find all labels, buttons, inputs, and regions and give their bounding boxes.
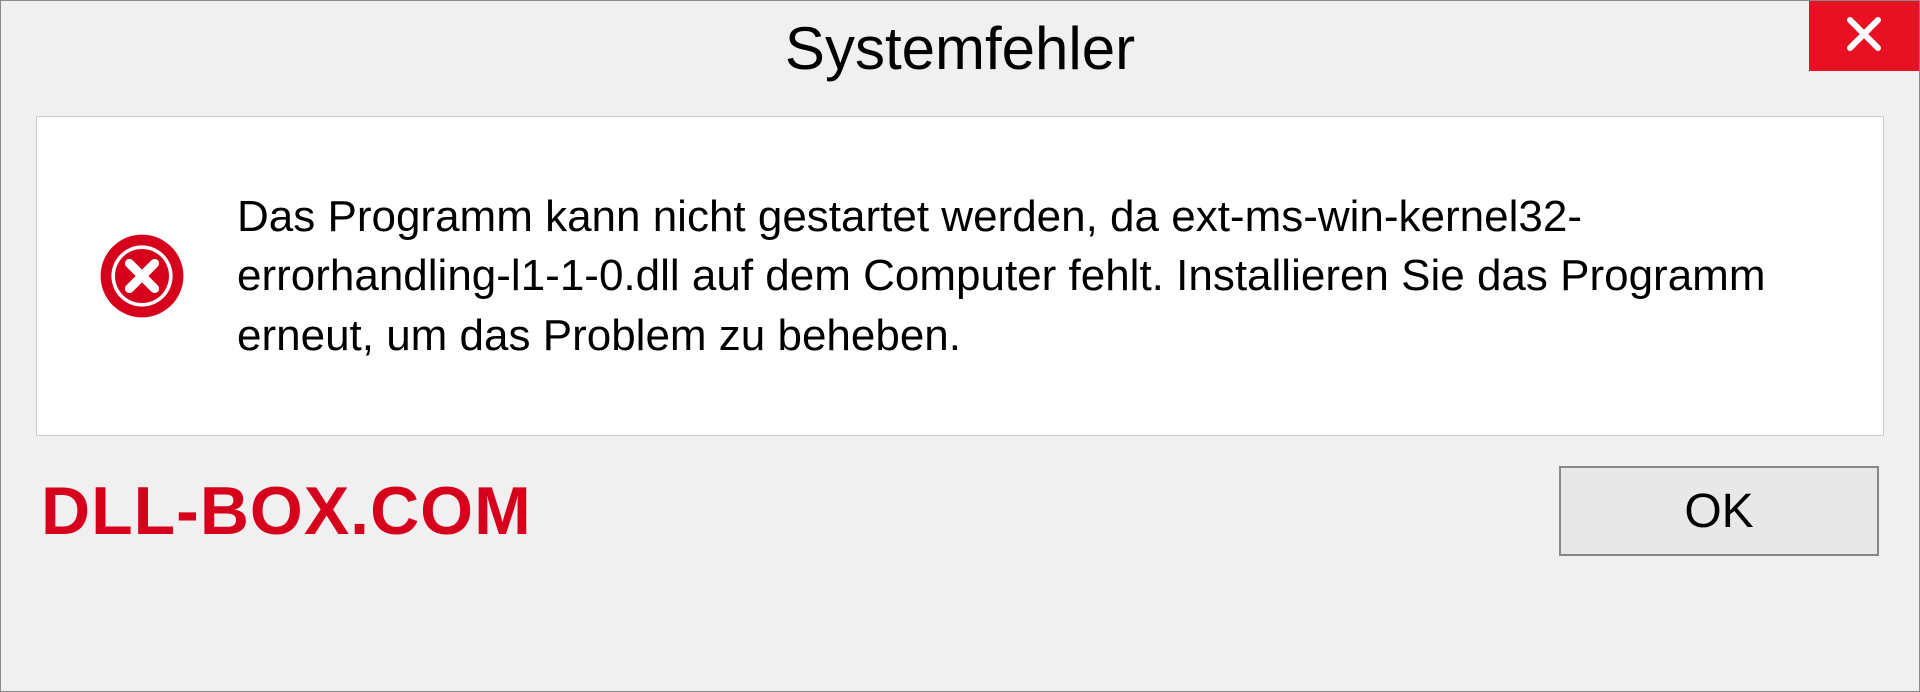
ok-button[interactable]: OK [1559,466,1879,556]
content-panel: Das Programm kann nicht gestartet werden… [36,116,1884,436]
close-icon [1844,14,1884,59]
error-dialog: Systemfehler Das Programm kann nicht ges… [0,0,1920,692]
dialog-title: Systemfehler [785,14,1135,83]
error-message: Das Programm kann nicht gestartet werden… [237,187,1833,365]
error-icon [97,231,187,321]
close-button[interactable] [1809,1,1919,71]
dialog-footer: DLL-BOX.COM OK [1,456,1919,586]
titlebar: Systemfehler [1,1,1919,96]
watermark-text: DLL-BOX.COM [41,472,532,550]
ok-button-label: OK [1684,484,1753,539]
